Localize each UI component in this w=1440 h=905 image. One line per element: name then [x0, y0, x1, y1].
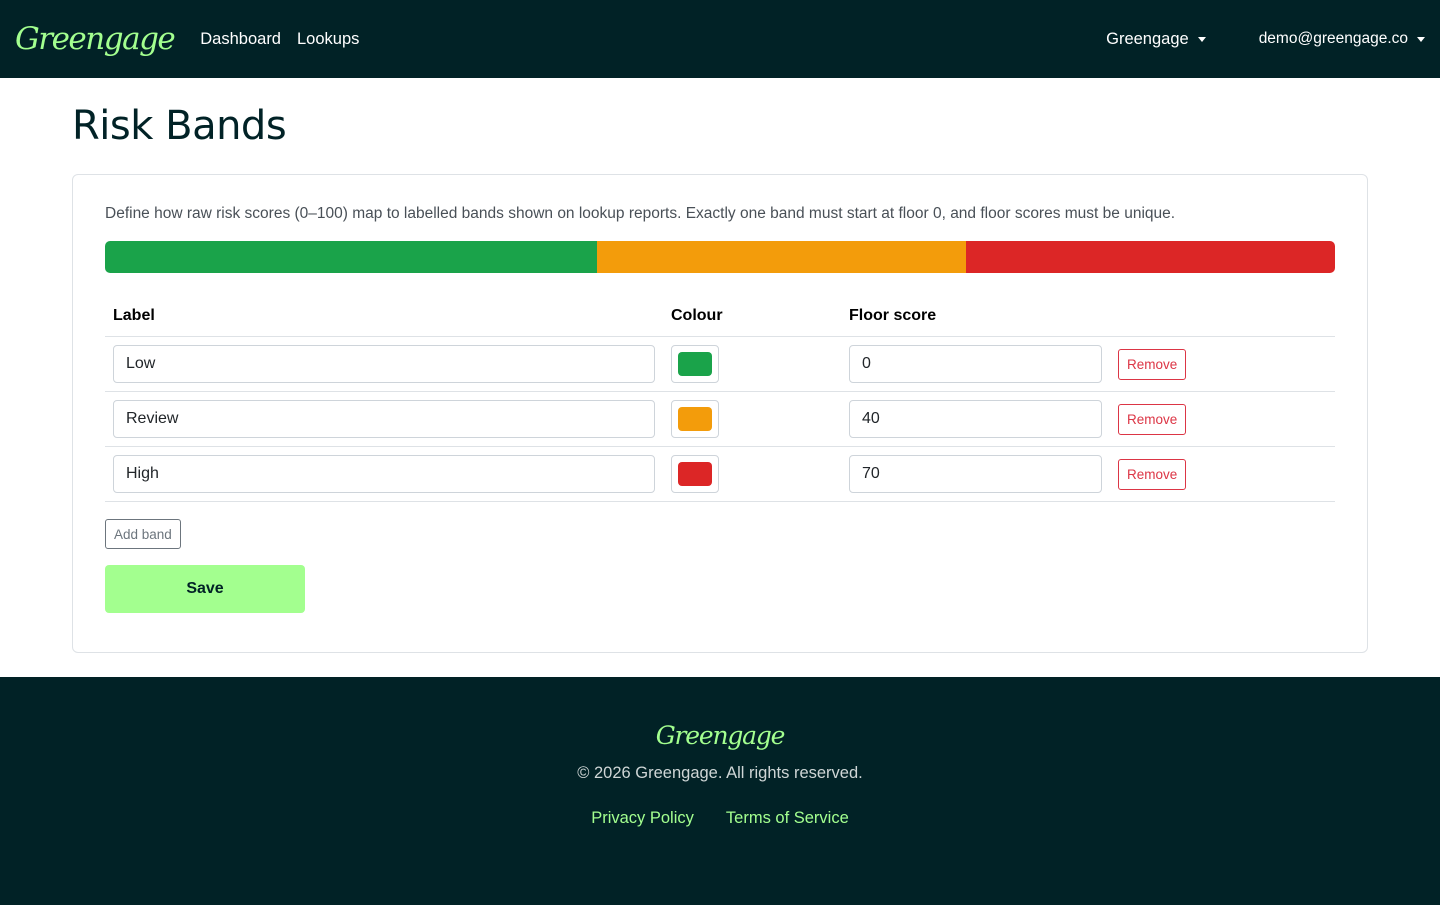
band-label-input[interactable]: High	[113, 455, 655, 493]
band-label-input[interactable]: Low	[113, 345, 655, 383]
band-label-input[interactable]: Review	[113, 400, 655, 438]
table-header-row: Label Colour Floor score	[105, 299, 1335, 337]
remove-band-button[interactable]: Remove	[1118, 403, 1187, 435]
colour-swatch	[678, 407, 712, 431]
band-floor-input[interactable]: 0	[849, 345, 1102, 383]
table-row: Review 40 Remove	[105, 391, 1335, 447]
user-dropdown[interactable]: demo@greengage.co	[1259, 30, 1425, 48]
org-dropdown-label: Greengage	[1106, 29, 1189, 48]
colour-swatch	[678, 462, 712, 486]
footer: Greengage © 2026 Greengage. All rights r…	[0, 677, 1440, 905]
terms-of-service-link[interactable]: Terms of Service	[726, 809, 849, 828]
remove-band-button[interactable]: Remove	[1118, 458, 1187, 490]
user-dropdown-label: demo@greengage.co	[1258, 30, 1408, 47]
band-preview-bar	[105, 241, 1335, 273]
risk-bands-card: Define how raw risk scores (0–100) map t…	[72, 174, 1368, 653]
header-colour: Colour	[663, 299, 841, 337]
table-row: Low 0 Remove	[105, 336, 1335, 392]
table-row: High 70 Remove	[105, 446, 1335, 502]
privacy-policy-link[interactable]: Privacy Policy	[591, 809, 694, 828]
brand-logo[interactable]: Greengage	[15, 21, 176, 57]
copyright-text: © 2026 Greengage. All rights reserved.	[577, 764, 863, 782]
band-segment-high	[966, 241, 1335, 273]
nav-link-dashboard[interactable]: Dashboard	[200, 30, 281, 49]
band-colour-picker[interactable]	[671, 455, 719, 493]
org-dropdown[interactable]: Greengage	[1106, 30, 1206, 49]
caret-down-icon	[1417, 36, 1425, 42]
band-floor-input[interactable]: 70	[849, 455, 1102, 493]
nav-link-lookups[interactable]: Lookups	[297, 30, 359, 49]
top-navbar: Greengage Dashboard Lookups Greengage de…	[0, 0, 1440, 78]
header-label: Label	[105, 299, 663, 337]
nav-right: Greengage demo@greengage.co	[1106, 30, 1425, 49]
band-segment-low	[105, 241, 597, 273]
colour-swatch	[678, 352, 712, 376]
bands-table: Label Colour Floor score Low 0 Remove Re…	[105, 299, 1335, 502]
band-colour-picker[interactable]	[671, 345, 719, 383]
band-floor-input[interactable]: 40	[849, 400, 1102, 438]
footer-brand-logo: Greengage	[655, 721, 786, 750]
page-description: Define how raw risk scores (0–100) map t…	[105, 205, 1176, 222]
main-content: Risk Bands Define how raw risk scores (0…	[0, 78, 1440, 677]
band-segment-review	[597, 241, 966, 273]
add-band-button[interactable]: Add band	[105, 519, 181, 549]
header-floor-score: Floor score	[841, 299, 1110, 337]
page-title: Risk Bands	[72, 103, 287, 149]
footer-links: Privacy Policy Terms of Service	[0, 809, 1440, 828]
caret-down-icon	[1197, 36, 1206, 42]
remove-band-button[interactable]: Remove	[1118, 348, 1187, 380]
band-colour-picker[interactable]	[671, 400, 719, 438]
header-actions	[1110, 299, 1335, 337]
save-button[interactable]: Save	[105, 565, 305, 613]
